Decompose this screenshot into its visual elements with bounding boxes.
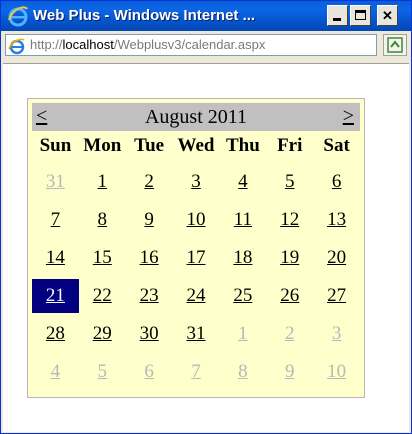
- close-button[interactable]: ✕: [377, 5, 398, 26]
- day-cell[interactable]: 29: [79, 317, 126, 351]
- calendar: < August 2011 > Sun Mon Tue Wed Thu Fri …: [27, 98, 365, 398]
- day-cell[interactable]: 20: [313, 241, 360, 275]
- day-cell[interactable]: 3: [173, 165, 220, 199]
- day-cell[interactable]: 1: [219, 317, 266, 351]
- calendar-header: < August 2011 >: [32, 103, 360, 131]
- day-cell[interactable]: 10: [313, 355, 360, 389]
- day-cell[interactable]: 27: [313, 279, 360, 313]
- internet-explorer-icon: [8, 6, 28, 27]
- day-cell[interactable]: 3: [313, 317, 360, 351]
- calendar-week-row: 31 1 2 3 4 5 6: [32, 165, 360, 199]
- go-refresh-icon: [387, 37, 403, 53]
- day-cell[interactable]: 23: [126, 279, 173, 313]
- day-cell[interactable]: 13: [313, 203, 360, 237]
- calendar-week-row: 28 29 30 31 1 2 3: [32, 317, 360, 351]
- day-cell[interactable]: 6: [126, 355, 173, 389]
- day-cell[interactable]: 4: [219, 165, 266, 199]
- day-cell[interactable]: 7: [173, 355, 220, 389]
- maximize-icon: [355, 10, 366, 20]
- day-cell[interactable]: 22: [79, 279, 126, 313]
- day-of-week-header: Mon: [83, 135, 122, 156]
- address-field[interactable]: http://localhost/Webplusv3/calendar.aspx: [5, 34, 377, 56]
- calendar-week-row: 4 5 6 7 8 9 10: [32, 355, 360, 389]
- address-url: http://localhost/Webplusv3/calendar.aspx: [30, 37, 265, 52]
- day-cell[interactable]: 8: [79, 203, 126, 237]
- day-cell[interactable]: 6: [313, 165, 360, 199]
- day-cell[interactable]: 1: [79, 165, 126, 199]
- close-icon: ✕: [382, 8, 393, 23]
- day-cell[interactable]: 19: [266, 241, 313, 275]
- selected-day-cell[interactable]: 21: [32, 279, 79, 313]
- calendar-week-row: 21 22 23 24 25 26 27: [32, 279, 360, 313]
- day-of-week-header: Fri: [277, 135, 303, 156]
- day-cell[interactable]: 28: [32, 317, 79, 351]
- day-of-week-header: Tue: [134, 135, 165, 156]
- day-cell[interactable]: 2: [266, 317, 313, 351]
- day-cell[interactable]: 31: [173, 317, 220, 351]
- day-cell[interactable]: 10: [173, 203, 220, 237]
- day-cell[interactable]: 25: [219, 279, 266, 313]
- url-host: localhost: [62, 37, 114, 52]
- day-cell[interactable]: 14: [32, 241, 79, 275]
- day-cell[interactable]: 31: [32, 165, 79, 199]
- day-cell[interactable]: 9: [126, 203, 173, 237]
- day-cell[interactable]: 2: [126, 165, 173, 199]
- day-cell[interactable]: 7: [32, 203, 79, 237]
- month-title: August 2011: [144, 106, 248, 128]
- day-cell[interactable]: 24: [173, 279, 220, 313]
- day-of-week-header: Sat: [323, 135, 350, 156]
- maximize-button[interactable]: [350, 5, 371, 26]
- day-cell[interactable]: 12: [266, 203, 313, 237]
- url-prefix: http://: [30, 37, 63, 52]
- day-of-week-header: Thu: [225, 135, 260, 156]
- day-of-week-header: Wed: [177, 135, 215, 156]
- next-month-link[interactable]: >: [343, 105, 354, 128]
- day-cell[interactable]: 26: [266, 279, 313, 313]
- day-of-week-row: Sun Mon Tue Wed Thu Fri Sat: [32, 135, 360, 163]
- day-cell[interactable]: 8: [219, 355, 266, 389]
- day-cell[interactable]: 11: [219, 203, 266, 237]
- go-button[interactable]: [383, 34, 407, 56]
- calendar-week-row: 14 15 16 17 18 19 20: [32, 241, 360, 275]
- calendar-week-row: 7 8 9 10 11 12 13: [32, 203, 360, 237]
- minimize-button[interactable]: [327, 5, 348, 26]
- browser-window: Web Plus - Windows Internet ... ✕ http:/…: [0, 0, 412, 434]
- url-path: /Webplusv3/calendar.aspx: [113, 37, 266, 52]
- day-cell[interactable]: 30: [126, 317, 173, 351]
- day-cell[interactable]: 5: [79, 355, 126, 389]
- day-cell[interactable]: 4: [32, 355, 79, 389]
- window-title: Web Plus - Windows Internet ...: [33, 7, 256, 24]
- minimize-icon: [333, 18, 341, 21]
- title-bar[interactable]: Web Plus - Windows Internet ... ✕: [1, 1, 411, 31]
- day-cell[interactable]: 9: [266, 355, 313, 389]
- page-content: < August 2011 > Sun Mon Tue Wed Thu Fri …: [3, 63, 409, 432]
- internet-explorer-page-icon: [8, 38, 25, 55]
- day-of-week-header: Sun: [39, 135, 72, 156]
- day-cell[interactable]: 5: [266, 165, 313, 199]
- address-bar: http://localhost/Webplusv3/calendar.aspx: [1, 31, 411, 61]
- day-cell[interactable]: 17: [173, 241, 220, 275]
- day-cell[interactable]: 18: [219, 241, 266, 275]
- day-cell[interactable]: 15: [79, 241, 126, 275]
- day-cell[interactable]: 16: [126, 241, 173, 275]
